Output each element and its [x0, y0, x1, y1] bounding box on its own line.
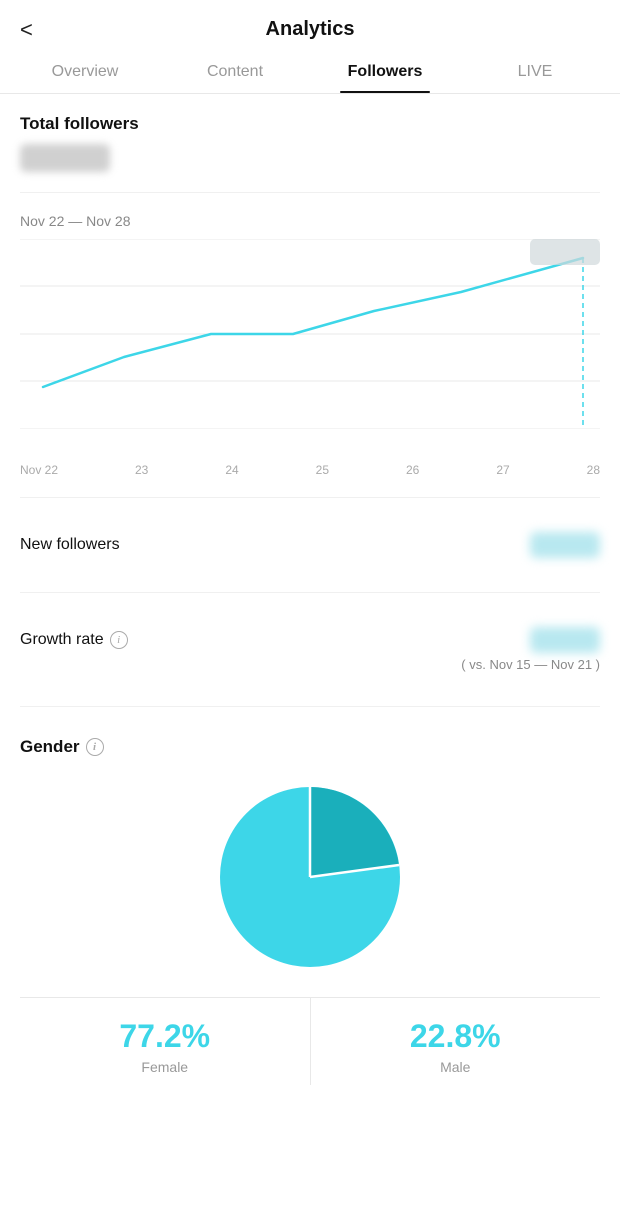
- gender-stats: 77.2% Female 22.8% Male: [20, 997, 600, 1085]
- growth-rate-value: [530, 627, 600, 653]
- chart-x-labels: Nov 22 23 24 25 26 27 28: [20, 459, 600, 477]
- growth-info-icon[interactable]: i: [110, 631, 128, 649]
- tab-content[interactable]: Content: [160, 51, 310, 93]
- header: < Analytics: [0, 0, 620, 51]
- chart-svg: [20, 239, 600, 429]
- growth-rate-label: Growth rate i: [20, 631, 128, 649]
- new-followers-row: New followers: [20, 518, 600, 572]
- male-percent: 22.8%: [311, 1018, 601, 1055]
- back-button[interactable]: <: [20, 17, 33, 43]
- new-followers-label: New followers: [20, 536, 120, 554]
- female-stat: 77.2% Female: [20, 998, 311, 1085]
- male-stat: 22.8% Male: [311, 998, 601, 1085]
- tab-followers[interactable]: Followers: [310, 51, 460, 93]
- date-range-label: Nov 22 — Nov 28: [20, 213, 600, 229]
- x-label-1: 23: [135, 463, 148, 477]
- gender-info-icon[interactable]: i: [86, 738, 104, 756]
- total-followers-label: Total followers: [20, 114, 600, 134]
- main-content: Total followers Nov 22 — Nov 28: [0, 94, 620, 1105]
- pie-chart-svg: [210, 777, 410, 977]
- x-label-0: Nov 22: [20, 463, 58, 477]
- pie-chart-container: [20, 777, 600, 977]
- new-followers-value: [530, 532, 600, 558]
- chart-area: [20, 239, 600, 459]
- tab-overview[interactable]: Overview: [10, 51, 160, 93]
- gender-section: Gender i: [20, 727, 600, 1085]
- divider-3: [20, 592, 600, 593]
- growth-rate-top: Growth rate i: [20, 627, 600, 653]
- gender-section-label: Gender i: [20, 737, 600, 757]
- x-label-2: 24: [225, 463, 238, 477]
- growth-rate-row: Growth rate i ( vs. Nov 15 — Nov 21 ): [20, 613, 600, 686]
- tab-bar: Overview Content Followers LIVE: [0, 51, 620, 94]
- x-label-6: 28: [587, 463, 600, 477]
- x-label-3: 25: [316, 463, 329, 477]
- followers-chart: Nov 22 23 24 25 26 27 28: [20, 239, 600, 477]
- female-percent: 77.2%: [20, 1018, 310, 1055]
- x-label-4: 26: [406, 463, 419, 477]
- total-followers-value: [20, 144, 110, 172]
- female-label: Female: [20, 1059, 310, 1075]
- divider-1: [20, 192, 600, 193]
- page-title: Analytics: [266, 18, 355, 41]
- growth-vs-label: ( vs. Nov 15 — Nov 21 ): [20, 657, 600, 672]
- tab-live[interactable]: LIVE: [460, 51, 610, 93]
- divider-2: [20, 497, 600, 498]
- divider-4: [20, 706, 600, 707]
- x-label-5: 27: [496, 463, 509, 477]
- male-label: Male: [311, 1059, 601, 1075]
